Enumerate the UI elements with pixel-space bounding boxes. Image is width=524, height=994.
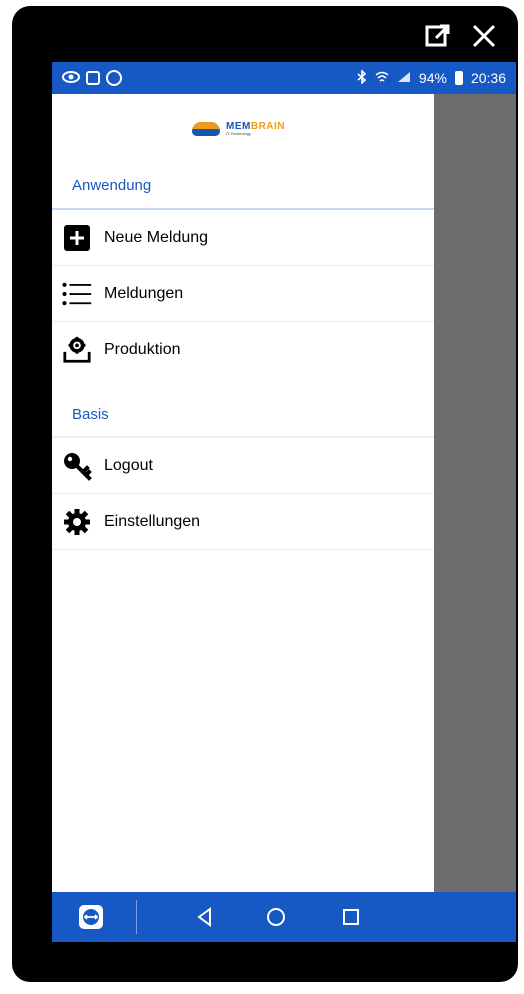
navigation-drawer: MEMBRAIN IT-Technology Anwendung Neue Me… (52, 94, 434, 892)
device-frame: 94% 20:36 MEMBRAIN IT-Technology Anwendu… (12, 6, 518, 982)
logo-subtitle: IT-Technology (226, 131, 251, 136)
menu-item-neue-meldung[interactable]: Neue Meldung (52, 210, 434, 266)
gear-icon (62, 507, 92, 537)
list-icon (62, 279, 92, 309)
menu-item-label: Neue Meldung (104, 228, 209, 246)
plus-square-icon (62, 223, 92, 253)
battery-text: 94% (418, 70, 447, 86)
production-gear-icon (62, 335, 92, 365)
membrain-logo-icon (192, 122, 220, 136)
android-navigation-bar (52, 892, 516, 942)
menu-item-label: Produktion (104, 341, 181, 358)
external-link-icon[interactable] (424, 22, 452, 50)
section-anwendung-title: Anwendung (72, 177, 152, 194)
phone-screen: 94% 20:36 MEMBRAIN IT-Technology Anwendu… (52, 62, 516, 942)
menu-item-produktion[interactable]: Produktion (52, 322, 434, 378)
section-basis-title: Basis (72, 406, 109, 423)
menu-item-einstellungen[interactable]: Einstellungen (52, 494, 434, 550)
menu-item-label: Meldungen (104, 284, 184, 302)
close-icon[interactable] (470, 22, 498, 50)
key-icon (62, 451, 92, 481)
battery-icon (454, 71, 463, 85)
clock-text: 20:36 (470, 70, 506, 86)
membrain-logo: MEMBRAIN IT-Technology (192, 122, 285, 136)
teamviewer-icon[interactable] (74, 900, 108, 934)
menu-item-label: Einstellungen (104, 512, 201, 530)
bluetooth-icon (357, 68, 367, 87)
recents-icon[interactable] (334, 900, 368, 934)
logo-title-part2: BRAIN (250, 121, 286, 132)
wifi-icon (375, 70, 389, 86)
menu-item-meldungen[interactable]: Meldungen (52, 266, 434, 322)
back-icon[interactable] (188, 900, 222, 934)
status-bar: 94% 20:36 (52, 62, 516, 94)
menu-item-logout[interactable]: Logout (52, 438, 434, 494)
menu-item-label: Logout (104, 456, 153, 474)
drawer-scrim[interactable] (434, 94, 516, 892)
eye-icon (62, 70, 80, 87)
navbar-separator (136, 900, 137, 934)
at-icon (106, 70, 122, 86)
home-icon[interactable] (259, 900, 293, 934)
signal-icon (397, 70, 411, 86)
square-icon (86, 71, 100, 85)
